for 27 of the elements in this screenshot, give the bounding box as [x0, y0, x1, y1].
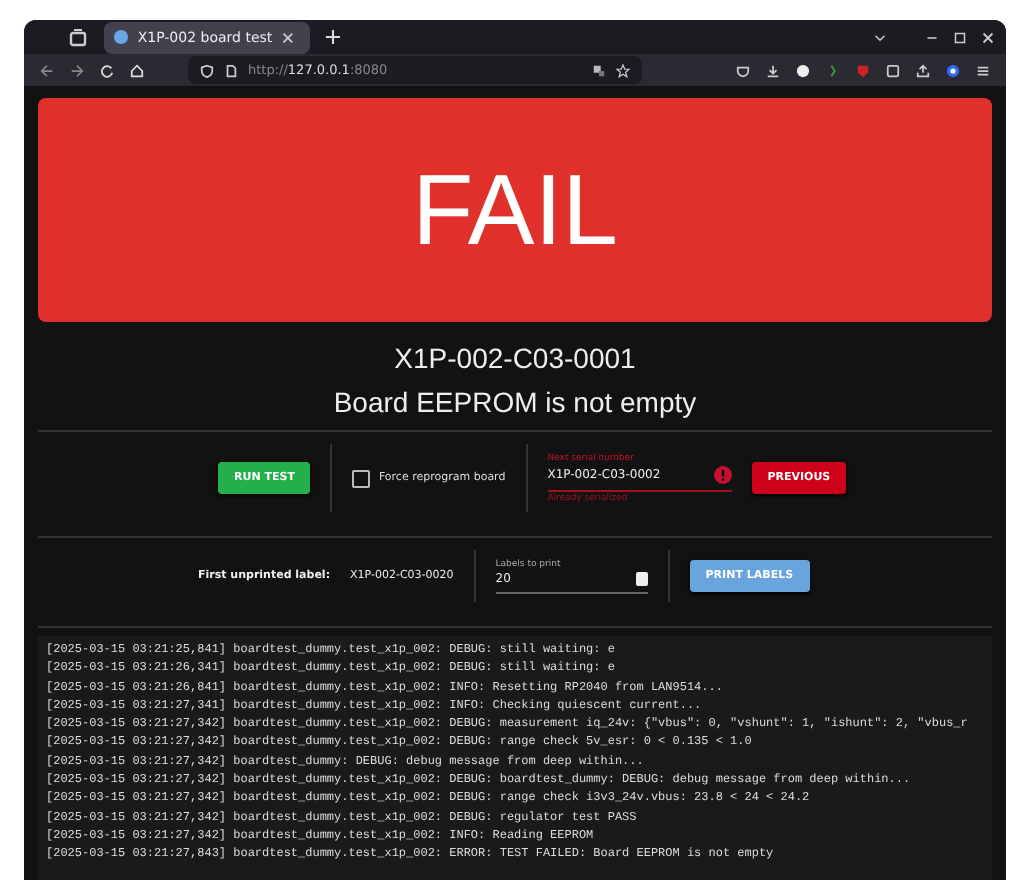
pocket-icon[interactable] [736, 63, 750, 78]
forward-arrow-icon[interactable] [70, 63, 84, 78]
home-icon[interactable] [130, 63, 144, 78]
extension-icon[interactable] [946, 63, 960, 78]
extension-icon[interactable] [886, 63, 900, 78]
menu-icon[interactable] [976, 63, 990, 78]
maximize-icon[interactable] [954, 31, 966, 44]
share-icon[interactable] [916, 63, 930, 78]
error-icon [713, 465, 732, 483]
page-icon [224, 63, 238, 78]
serial-number: X1P-002-C03-0001 [392, 342, 638, 374]
download-icon[interactable] [766, 63, 780, 78]
back-arrow-icon[interactable] [40, 63, 54, 78]
minimize-icon[interactable] [926, 31, 938, 44]
reload-icon[interactable] [100, 63, 114, 78]
shield-icon [200, 63, 214, 78]
close-icon[interactable] [982, 31, 994, 44]
translate-icon[interactable] [592, 63, 606, 78]
status-message: Board EEPROM is not empty [331, 386, 699, 418]
tab-list-icon[interactable] [68, 27, 88, 48]
chevron-down-icon[interactable] [874, 31, 886, 44]
new-tab-icon[interactable] [326, 30, 340, 45]
checkbox[interactable] [352, 469, 371, 487]
result-text: FAIL [412, 152, 618, 268]
star-icon[interactable] [616, 63, 630, 78]
extension-icon[interactable] [796, 63, 810, 78]
close-icon[interactable] [282, 31, 294, 44]
